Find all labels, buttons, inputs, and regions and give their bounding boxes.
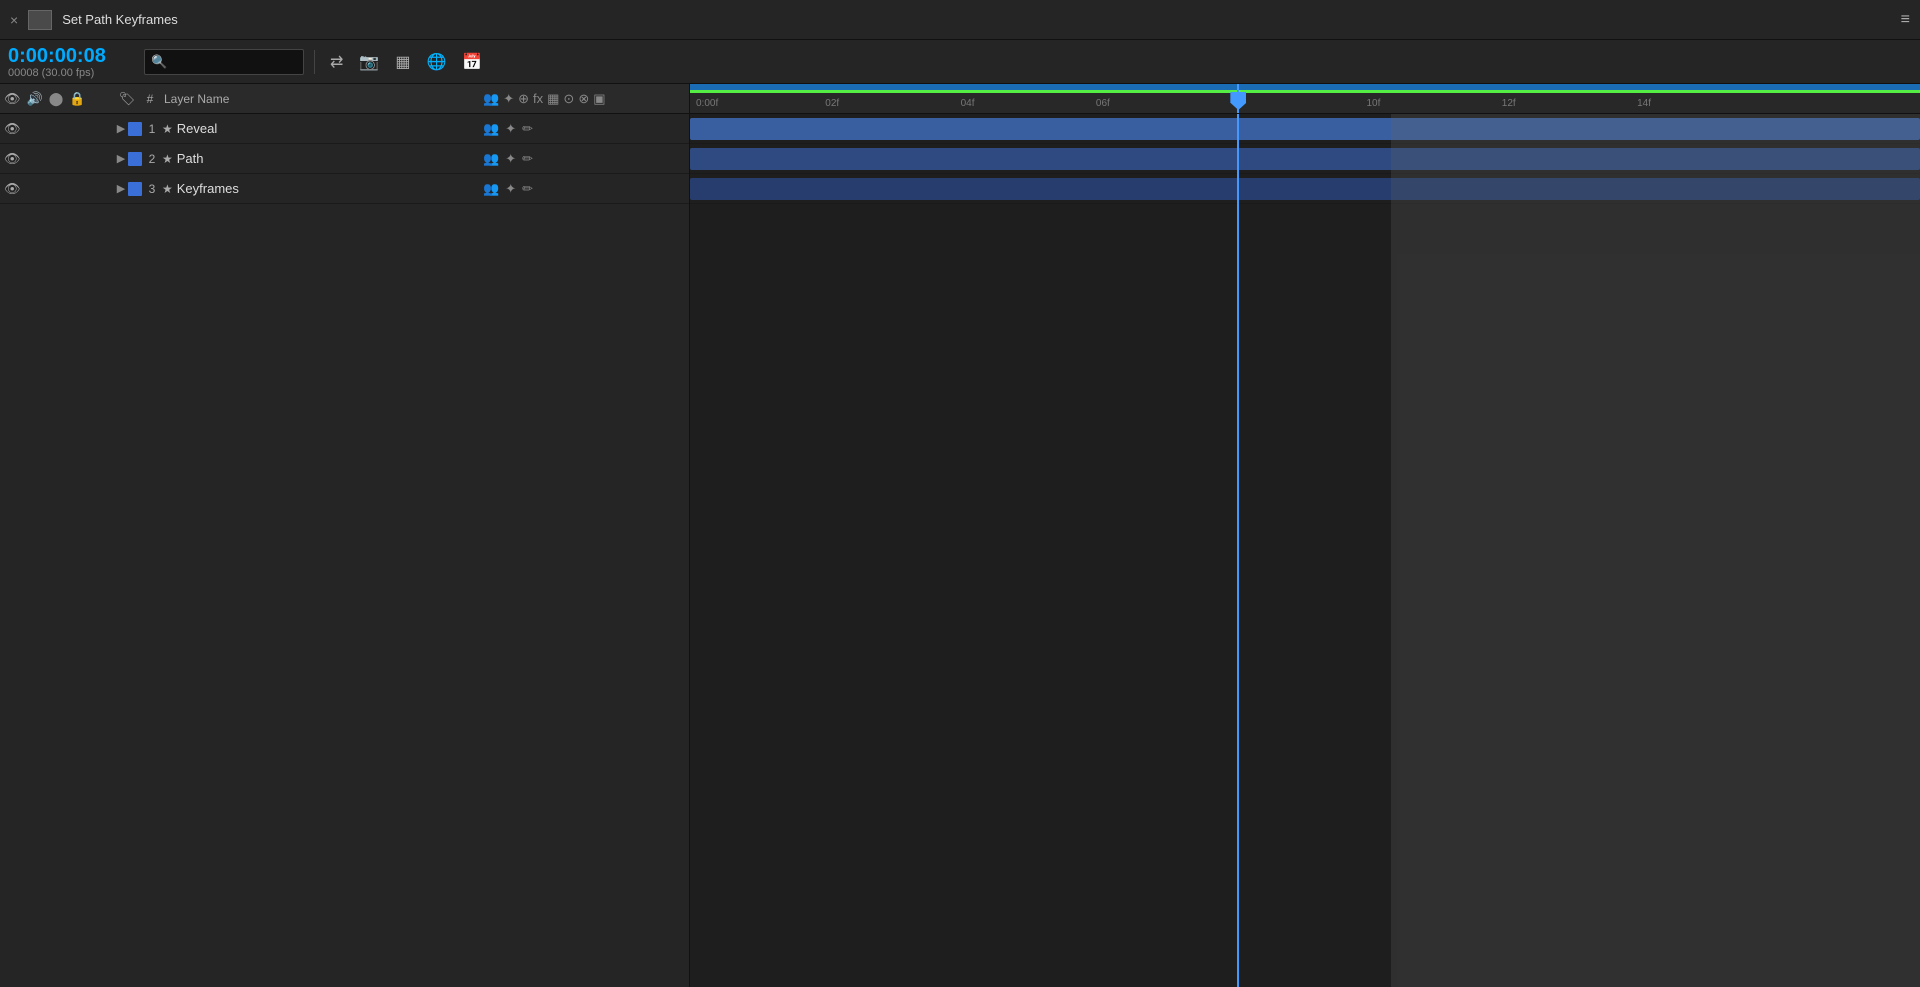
eye-icon[interactable]: 👁: [4, 181, 21, 197]
column-headers: 👁 🔊 ⬤ 🔒 🏷 # Layer Name 👥 ✦ ⊕ fx ▦ ⊙ ⊗ ▣: [0, 84, 689, 114]
search-icon: 🔍: [151, 54, 167, 70]
layer-row[interactable]: 👁 ▶ 1 ★ Reveal 👥 ✦ ✏: [0, 114, 689, 144]
ruler: 0:00f 02f 04f 06f 10f 12f 14f: [690, 84, 1920, 113]
panel-icon: [28, 10, 52, 30]
layer-2-color: [128, 152, 142, 166]
playhead-header: [1237, 84, 1239, 113]
layer-row[interactable]: 👁 ▶ 2 ★ Path 👥 ✦ ✏: [0, 144, 689, 174]
layer-1-vis: 👁: [4, 121, 114, 137]
layer-3-star: ★: [162, 182, 173, 196]
layer-3-expand[interactable]: ▶: [114, 182, 128, 195]
layer-2-controls: 👥 ✦ ✏: [475, 151, 685, 167]
solo-icon[interactable]: ⬤: [49, 91, 64, 107]
layer-2-number: 2: [142, 152, 162, 166]
layer-row[interactable]: 👁 ▶ 3 ★ Keyframes 👥 ✦ ✏: [0, 174, 689, 204]
layer-1-name: Reveal: [177, 121, 475, 136]
motion-blur-icon[interactable]: ✦: [505, 151, 516, 167]
layer-3-number: 3: [142, 182, 162, 196]
visibility-column-icons: 👁 🔊 ⬤ 🔒: [4, 91, 114, 107]
parent-icon[interactable]: 👥: [483, 91, 499, 107]
timeline-ruler[interactable]: 0:00f 02f 04f 06f 10f 12f 14f: [690, 84, 1920, 114]
current-time[interactable]: 0:00:00:08: [8, 45, 138, 67]
motion-blur-icon[interactable]: ✦: [503, 91, 514, 107]
pencil-icon[interactable]: ✏: [522, 151, 533, 167]
layer-1-controls: 👥 ✦ ✏: [475, 121, 685, 137]
main-area: 👁 🔊 ⬤ 🔒 🏷 # Layer Name 👥 ✦ ⊕ fx ▦ ⊙ ⊗ ▣: [0, 84, 1920, 987]
ruler-mark-02f: 02f: [825, 98, 839, 109]
layer-2-expand[interactable]: ▶: [114, 152, 128, 165]
time-display[interactable]: 0:00:00:08 00008 (30.00 fps): [8, 45, 138, 79]
parent-link-icon[interactable]: 👥: [483, 181, 499, 197]
ruler-mark-10f: 10f: [1367, 98, 1381, 109]
pencil-icon[interactable]: ✏: [522, 181, 533, 197]
name-column-header: Layer Name: [160, 92, 475, 106]
control-column-icons: 👥 ✦ ⊕ fx ▦ ⊙ ⊗ ▣: [475, 91, 685, 107]
grid-button[interactable]: ▦: [390, 50, 415, 74]
motion-blur-icon[interactable]: ✦: [505, 121, 516, 137]
num-column-header: #: [140, 92, 160, 106]
toolbar-divider: [314, 50, 315, 74]
camera-button[interactable]: 📷: [354, 50, 384, 74]
layer-1-number: 1: [142, 122, 162, 136]
layer-3-name: Keyframes: [177, 181, 475, 196]
motion-blur-icon[interactable]: ✦: [505, 181, 516, 197]
toolbar: 0:00:00:08 00008 (30.00 fps) 🔍 ⇄ 📷 ▦ 🌐 📅: [0, 40, 1920, 84]
eye-icon[interactable]: 👁: [4, 91, 21, 107]
layer-1-star: ★: [162, 122, 173, 136]
parent-link-icon[interactable]: 👥: [483, 151, 499, 167]
layer-1-expand[interactable]: ▶: [114, 122, 128, 135]
timeline-tracks[interactable]: [690, 114, 1920, 987]
ruler-mark-12f: 12f: [1502, 98, 1516, 109]
search-input[interactable]: [171, 55, 297, 69]
ruler-mark-0: 0:00f: [696, 98, 718, 109]
layer-2-name: Path: [177, 151, 475, 166]
layer-3-vis: 👁: [4, 181, 114, 197]
adjust-icon[interactable]: ⊕: [518, 91, 529, 107]
layer-panel: 👁 🔊 ⬤ 🔒 🏷 # Layer Name 👥 ✦ ⊕ fx ▦ ⊙ ⊗ ▣: [0, 84, 690, 987]
close-button[interactable]: ×: [10, 12, 18, 28]
panel-header: × Set Path Keyframes ≡: [0, 0, 1920, 40]
blend-icon[interactable]: ⊙: [563, 91, 574, 107]
playhead-track-line: [1237, 114, 1239, 987]
ruler-mark-14f: 14f: [1637, 98, 1651, 109]
layer-2-star: ★: [162, 152, 173, 166]
parent-link-icon[interactable]: 👥: [483, 121, 499, 137]
tag-column-header: 🏷: [114, 91, 140, 107]
search-box[interactable]: 🔍: [144, 49, 304, 75]
fx-icon[interactable]: fx: [533, 91, 543, 106]
ruler-mark-06f: 06f: [1096, 98, 1110, 109]
ruler-mark-04f: 04f: [961, 98, 975, 109]
layer-3-color: [128, 182, 142, 196]
timeline-panel[interactable]: 0:00f 02f 04f 06f 10f 12f 14f: [690, 84, 1920, 987]
layer-2-vis: 👁: [4, 151, 114, 167]
extra-icon[interactable]: ▣: [593, 91, 605, 107]
lock-icon[interactable]: 🔒: [69, 91, 85, 107]
panel-title: Set Path Keyframes: [62, 12, 1890, 27]
audio-icon[interactable]: 🔊: [27, 91, 43, 107]
globe-button[interactable]: 🌐: [421, 50, 451, 74]
track-icon[interactable]: ⊗: [578, 91, 589, 107]
calendar-button[interactable]: 📅: [457, 50, 487, 74]
eye-icon[interactable]: 👁: [4, 121, 21, 137]
layer-1-color: [128, 122, 142, 136]
layer-3-controls: 👥 ✦ ✏: [475, 181, 685, 197]
pencil-icon[interactable]: ✏: [522, 121, 533, 137]
transfer-controls-button[interactable]: ⇄: [325, 50, 348, 74]
comp-icon[interactable]: ▦: [547, 91, 559, 107]
panel-menu-button[interactable]: ≡: [1901, 11, 1910, 29]
frame-info: 00008 (30.00 fps): [8, 67, 138, 79]
eye-icon[interactable]: 👁: [4, 151, 21, 167]
work-area-shadow: [1391, 114, 1920, 987]
